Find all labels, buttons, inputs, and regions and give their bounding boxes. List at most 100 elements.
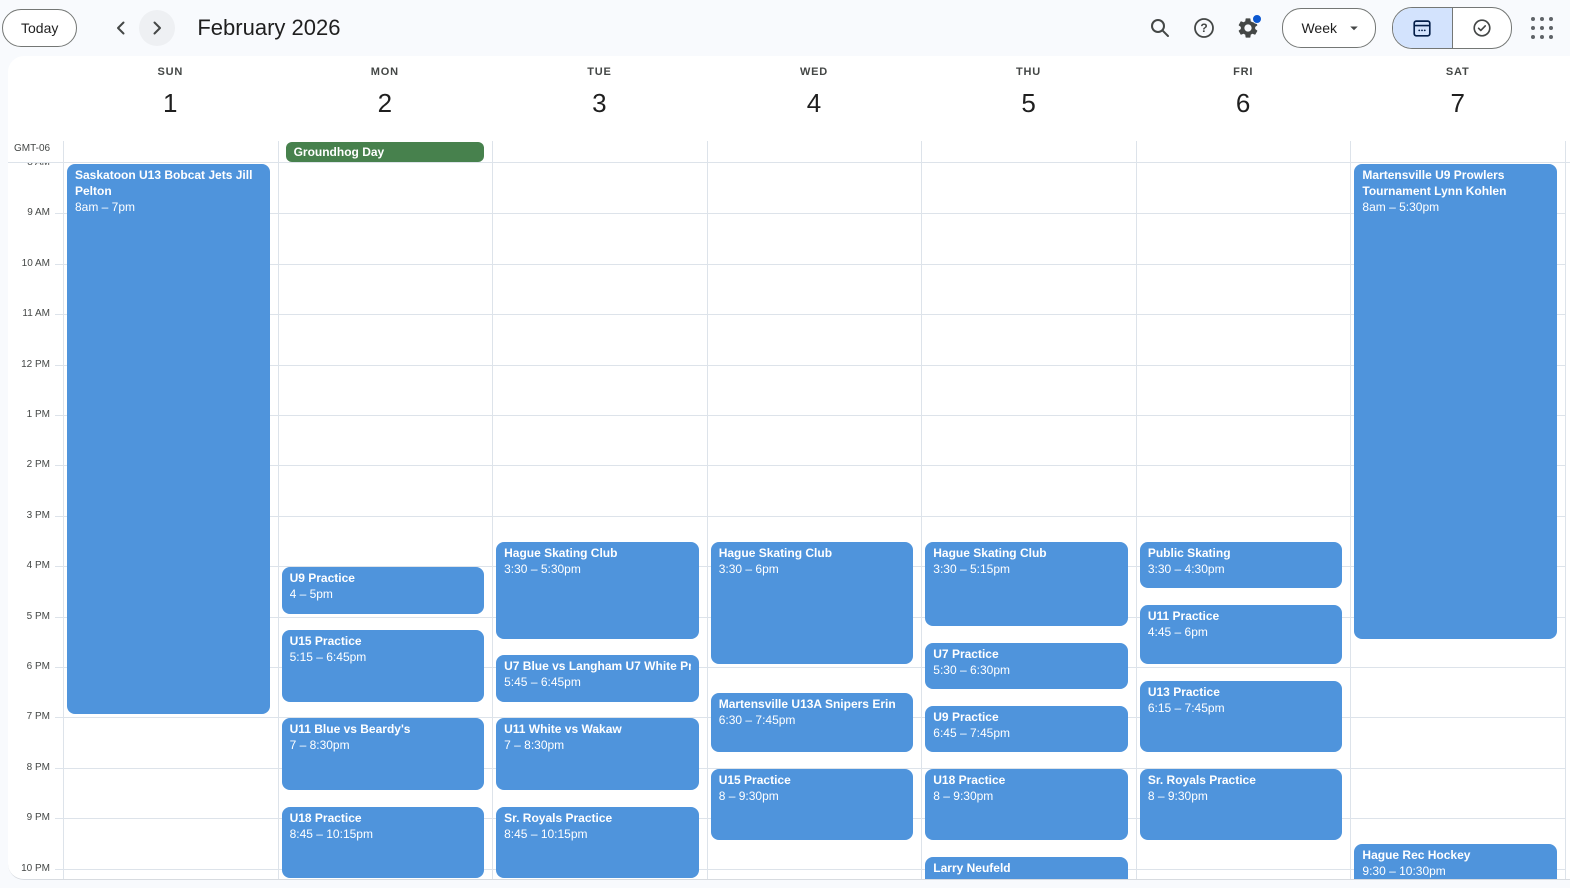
event-chip[interactable]: Martensville U13A Snipers Erin 6:30 – 7:4…	[710, 693, 914, 753]
help-button[interactable]: ?	[1182, 6, 1226, 50]
hour-tick	[55, 263, 63, 265]
event-chip[interactable]: Hague Skating Club 3:30 – 5:30pm	[496, 542, 699, 639]
event-chip[interactable]: U13 Practice 6:15 – 7:45pm	[1139, 680, 1343, 753]
event-chip[interactable]: U15 Practice 8 – 9:30pm	[710, 768, 914, 841]
event-chip[interactable]: U18 Practice 8 – 9:30pm	[925, 768, 1128, 841]
all-day-event-title: Groundhog Day	[293, 145, 385, 159]
date-number-wrap: 3	[492, 78, 707, 118]
today-button[interactable]: Today	[2, 9, 78, 47]
hour-tick	[55, 818, 63, 820]
event-chip[interactable]: U7 Blue vs Langham U7 White Pr 5:45 – 6:4…	[496, 655, 699, 702]
time-label: 10 PM	[21, 862, 50, 874]
event-chip[interactable]: Saskatoon U13 Bobcat Jets Jill Pelton 8am…	[67, 164, 270, 715]
day-column-header: SAT 7	[1350, 56, 1565, 118]
page-title: February 2026	[197, 15, 341, 40]
grid-line	[63, 515, 1565, 517]
hour-tick	[55, 465, 63, 467]
time-label: 8 AM	[8, 163, 50, 170]
event-title: Sr. Royals Practice	[504, 810, 613, 825]
all-day-event-chip[interactable]: Groundhog Day	[285, 142, 485, 162]
time-label: 5 PM	[26, 610, 50, 622]
event-chip[interactable]: U7 Practice 5:30 – 6:30pm	[925, 642, 1128, 690]
chevron-left-icon	[117, 21, 125, 35]
next-week-button[interactable]	[139, 10, 176, 46]
date-number[interactable]: 5	[1021, 88, 1035, 118]
event-chip[interactable]: U11 White vs Wakaw 7 – 8:30pm	[496, 718, 699, 790]
event-chip[interactable]: Public Skating 3:30 – 4:30pm	[1139, 542, 1343, 589]
date-number-wrap: 6	[1136, 78, 1351, 118]
event-chip[interactable]: Sr. Royals Practice 8 – 9:30pm	[1139, 768, 1343, 841]
hour-tick	[55, 364, 63, 366]
event-time: 6:45 – 7:45pm	[933, 725, 1010, 740]
time-label: 12 PM	[21, 358, 50, 370]
grid-line	[492, 163, 494, 879]
event-chip[interactable]: U9 Practice 6:45 – 7:45pm	[925, 705, 1128, 753]
event-time: 5:15 – 6:45pm	[289, 650, 367, 665]
event-chip[interactable]: U9 Practice 4 – 5pm	[281, 567, 485, 614]
hour-tick	[55, 314, 63, 316]
all-day-divider	[492, 141, 494, 163]
date-number-wrap: 4	[707, 78, 922, 118]
event-chip[interactable]: U18 Practice 8:45 – 10:15pm	[281, 806, 485, 879]
time-label: 6 PM	[26, 661, 50, 672]
all-day-divider	[63, 141, 64, 163]
event-time: 6:30 – 7:45pm	[718, 713, 796, 728]
google-apps-button[interactable]	[1520, 6, 1564, 50]
time-label: 10 AM	[21, 257, 50, 269]
event-chip[interactable]: U15 Practice 5:15 – 6:45pm	[281, 630, 485, 702]
tasks-view-tab[interactable]	[1453, 8, 1512, 48]
previous-week-button[interactable]	[103, 10, 139, 46]
calendar-tasks-toggle	[1392, 7, 1512, 49]
date-number[interactable]: 7	[1450, 88, 1464, 118]
grid-line	[63, 263, 1565, 265]
event-chip[interactable]: Hague Skating Club 3:30 – 6pm	[710, 542, 914, 664]
event-chip[interactable]: Hague Skating Club 3:30 – 5:15pm	[925, 542, 1128, 627]
timezone-label: GMT-06	[14, 143, 51, 154]
settings-button[interactable]	[1226, 6, 1270, 50]
event-chip[interactable]: Martensville U9 Prowlers Tournament Lynn…	[1354, 164, 1557, 639]
event-chip[interactable]: Sr. Royals Practice 8:45 – 10:15pm	[496, 806, 699, 879]
grid-line	[1350, 163, 1352, 879]
date-number[interactable]: 3	[592, 88, 606, 118]
date-number-wrap: 5	[921, 78, 1136, 118]
event-title: Martensville U9 Prowlers Tournament Lynn…	[1362, 168, 1507, 198]
weekday-label: SAT	[1445, 66, 1470, 78]
day-column-header: SUN 1	[63, 56, 278, 118]
event-title: U9 Practice	[289, 571, 355, 586]
grid-line	[63, 465, 1565, 467]
time-label: 7 PM	[26, 711, 50, 723]
event-title: Hague Skating Club	[933, 546, 1047, 560]
date-number[interactable]: 4	[807, 88, 821, 118]
all-day-divider	[1350, 141, 1352, 163]
all-day-divider	[1135, 141, 1137, 163]
event-title: Saskatoon U13 Bobcat Jets Jill Pelton	[75, 168, 253, 198]
event-time: 3:30 – 6pm	[718, 562, 779, 576]
search-button[interactable]	[1138, 6, 1182, 50]
hour-tick	[55, 515, 63, 517]
weekday-label: WED	[799, 66, 829, 78]
day-column-header: MON 2	[278, 56, 493, 118]
date-number[interactable]: 2	[378, 88, 392, 118]
time-label: 4 PM	[26, 560, 50, 572]
day-column-header: WED 4	[707, 56, 922, 118]
event-title: Hague Rec Hockey	[1362, 848, 1471, 863]
event-title: Sr. Royals Practice	[1147, 772, 1256, 787]
event-chip[interactable]: U11 Blue vs Beardy's 7 – 8:30pm	[281, 718, 485, 790]
calendar-view-tab[interactable]	[1393, 8, 1452, 48]
event-time: 8 – 9:30pm	[933, 788, 994, 803]
event-time: 5:30 – 6:30pm	[933, 662, 1010, 677]
event-title: Public Skating	[1147, 546, 1231, 560]
date-number[interactable]: 6	[1236, 88, 1250, 118]
event-time: 3:30 – 4:30pm	[1147, 562, 1225, 576]
day-column-header: FRI 6	[1136, 56, 1351, 118]
event-chip[interactable]: U11 Practice 4:45 – 6pm	[1139, 605, 1343, 664]
event-title: U7 Blue vs Langham U7 White Pr	[504, 659, 691, 674]
event-time: 8:45 – 10:15pm	[504, 826, 588, 841]
view-selector-dropdown[interactable]: Week	[1282, 8, 1376, 48]
event-chip[interactable]: Hague Rec Hockey 9:30 – 10:30pm	[1354, 844, 1557, 879]
grid-line	[706, 163, 708, 879]
date-number[interactable]: 1	[163, 88, 177, 118]
grid-line	[1564, 163, 1566, 879]
event-chip[interactable]: Larry Neufeld	[925, 857, 1128, 879]
grid-line	[63, 314, 1565, 316]
